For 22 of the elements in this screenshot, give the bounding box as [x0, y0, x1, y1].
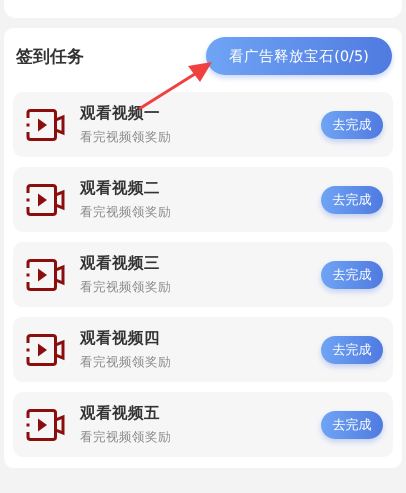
task-title: 观看视频一	[80, 103, 161, 124]
complete-button[interactable]: 去完成	[321, 260, 383, 288]
task-subtitle: 看完视频领奖励	[80, 204, 172, 221]
complete-button[interactable]: 去完成	[321, 410, 383, 438]
watch-ad-button[interactable]: 看广告释放宝石(0/5)	[206, 37, 392, 75]
task-subtitle: 看完视频领奖励	[80, 354, 172, 371]
task-subtitle: 看完视频领奖励	[80, 129, 172, 146]
task-subtitle: 看完视频领奖励	[80, 279, 172, 296]
video-camera-icon	[25, 408, 67, 440]
complete-button[interactable]: 去完成	[321, 336, 383, 364]
task-title: 观看视频二	[80, 178, 161, 199]
video-camera-icon	[25, 258, 67, 290]
task-title: 观看视频四	[80, 328, 161, 349]
task-subtitle: 看完视频领奖励	[80, 429, 172, 446]
task-title: 观看视频五	[80, 403, 161, 424]
task-title: 观看视频三	[80, 253, 161, 274]
video-camera-icon	[25, 108, 67, 140]
video-camera-icon	[25, 184, 67, 216]
complete-button[interactable]: 去完成	[321, 186, 383, 214]
section-title: 签到任务	[16, 46, 84, 68]
video-camera-icon	[25, 334, 67, 366]
complete-button[interactable]: 去完成	[321, 110, 383, 138]
